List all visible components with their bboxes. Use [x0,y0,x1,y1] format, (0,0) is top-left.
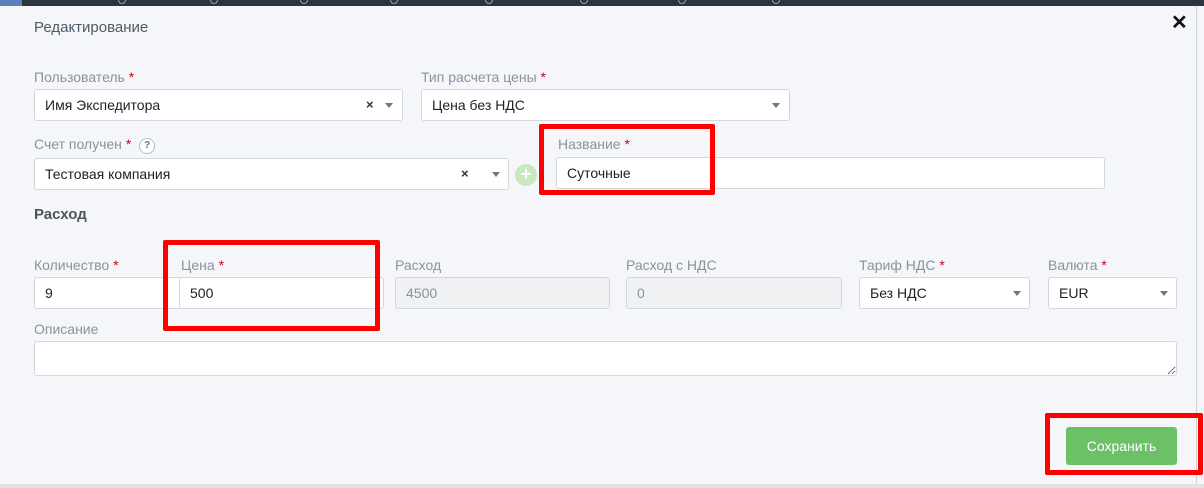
price-input-value: 500 [190,285,214,301]
chevron-down-icon[interactable] [492,172,500,177]
clear-icon[interactable]: × [366,90,374,120]
chevron-down-icon[interactable] [1013,291,1021,296]
vat-rate-label-text: Тариф НДС [859,257,936,273]
top-bar-icon[interactable] [300,0,308,4]
clear-icon[interactable]: × [461,159,469,189]
chevron-down-icon[interactable] [1160,291,1168,296]
required-marker: * [218,257,225,273]
edit-dialog [0,6,1197,486]
price-input[interactable]: 500 [179,277,384,309]
chevron-down-icon[interactable] [772,103,780,108]
add-company-button[interactable]: + [515,164,537,186]
invoice-select-value: Тестовая компания [45,166,171,182]
vat-rate-select[interactable]: Без НДС [859,277,1030,309]
price-type-label: Тип расчета цены * [421,69,546,85]
invoice-label-text: Счет получен [34,136,122,152]
description-textarea[interactable] [34,341,1177,376]
required-marker: * [624,136,630,152]
required-marker: * [540,69,546,85]
price-type-select[interactable]: Цена без НДС [421,89,790,121]
invoice-label: Счет получен * ? [34,136,156,154]
description-label: Описание [34,321,99,337]
help-icon[interactable]: ? [139,138,156,154]
price-label: Цена * [181,257,224,273]
user-select-value: Имя Экспедитора [45,97,161,113]
quantity-label: Количество * [34,257,119,273]
top-bar-icon[interactable] [118,0,126,4]
name-label-text: Название [558,136,621,152]
expense-vat-field-value: 0 [637,285,645,301]
dialog-title: Редактирование [34,19,149,36]
currency-label: Валюта * [1048,257,1107,273]
quantity-input-value: 9 [45,285,53,301]
currency-label-text: Валюта [1048,257,1098,273]
expense-field-value: 4500 [406,285,438,301]
required-marker: * [939,257,945,273]
price-type-select-value: Цена без НДС [432,97,525,113]
save-button[interactable]: Сохранить [1066,427,1177,465]
expense-label: Расход [395,257,442,273]
invoice-select[interactable]: Тестовая компания × [34,158,509,190]
top-bar-icon[interactable] [390,0,398,4]
price-type-label-text: Тип расчета цены [421,69,537,85]
required-marker: * [125,136,132,152]
top-bar-icon[interactable] [210,0,218,4]
required-marker: * [113,257,119,273]
quantity-label-text: Количество [34,257,110,273]
name-input[interactable]: Суточные [556,157,1105,189]
top-bar-icon[interactable] [772,0,780,4]
vat-rate-select-value: Без НДС [870,285,927,301]
user-select[interactable]: Имя Экспедитора × [34,89,403,121]
vat-rate-label: Тариф НДС * [859,257,945,273]
currency-select[interactable]: EUR [1048,277,1177,309]
name-label: Название * [558,136,630,152]
top-bar-icon[interactable] [678,0,686,4]
expense-vat-label: Расход с НДС [626,257,717,273]
currency-select-value: EUR [1059,285,1089,301]
expense-field: 4500 [395,277,610,309]
expense-vat-field: 0 [626,277,842,309]
chevron-down-icon[interactable] [385,103,393,108]
user-label: Пользователь * [34,69,134,85]
name-input-value: Суточные [567,165,631,181]
required-marker: * [1101,257,1107,273]
quantity-input[interactable]: 9 [34,277,184,309]
close-icon[interactable]: ✕ [1171,13,1188,33]
user-label-text: Пользователь [34,69,125,85]
required-marker: * [128,69,135,85]
top-bar-icon[interactable] [580,0,588,4]
dialog-bottom-edge [0,484,1204,488]
price-label-text: Цена [181,257,215,273]
top-bar-icon[interactable] [485,0,493,4]
expense-section-title: Расход [34,206,87,223]
